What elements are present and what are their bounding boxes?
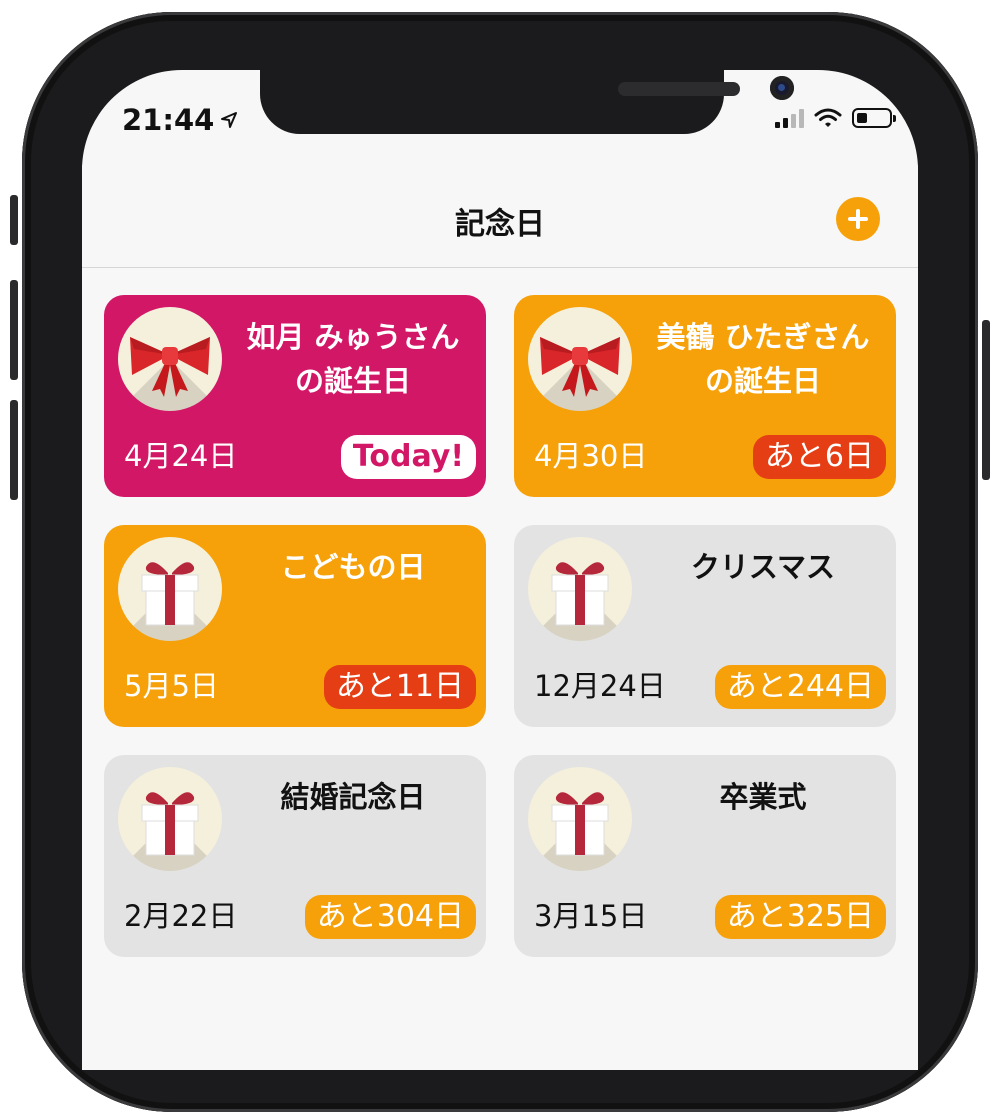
card-date: 4月30日	[534, 439, 648, 473]
countdown-badge: あと304日	[304, 895, 476, 939]
ribbon-bow-icon	[130, 337, 210, 397]
gift-box-icon	[141, 792, 199, 856]
card-icon-circle	[528, 767, 632, 871]
wifi-icon	[814, 108, 842, 127]
gift-box-icon	[551, 562, 609, 626]
page-title: 記念日	[455, 207, 545, 242]
app-screen: 21:44 記念日 如月 みゅうさん の誕生日 4月24日 Today! 美鶴 …	[82, 70, 918, 1070]
add-anniversary-button[interactable]	[836, 197, 880, 241]
status-time: 21:44	[122, 103, 238, 137]
plus-icon	[848, 209, 868, 229]
anniversary-card[interactable]: こどもの日 5月5日 あと11日	[104, 525, 486, 727]
card-icon-circle	[118, 537, 222, 641]
countdown-badge: あと6日	[752, 435, 886, 479]
status-indicators	[775, 108, 896, 128]
countdown-badge: あと325日	[714, 895, 886, 939]
side-button-volume-down	[10, 400, 18, 500]
notch	[260, 70, 794, 134]
card-title: 美鶴 ひたぎさん の誕生日	[656, 320, 870, 398]
status-time-text: 21:44	[122, 103, 215, 137]
card-title: 如月 みゅうさん の誕生日	[246, 320, 460, 398]
card-icon-circle	[118, 307, 222, 411]
ribbon-bow-icon	[540, 337, 620, 397]
anniversary-card[interactable]: 卒業式 3月15日 あと325日	[514, 755, 896, 957]
side-button-silent	[10, 195, 18, 245]
countdown-badge: あと11日	[323, 665, 476, 709]
anniversary-card[interactable]: 如月 みゅうさん の誕生日 4月24日 Today!	[104, 295, 486, 497]
gift-box-icon	[551, 792, 609, 856]
countdown-badge: あと244日	[714, 665, 886, 709]
card-date: 2月22日	[124, 899, 238, 933]
side-button-volume-up	[10, 280, 18, 380]
card-icon-circle	[528, 307, 632, 411]
gift-box-icon	[141, 562, 199, 626]
location-arrow-icon	[221, 112, 238, 128]
anniversary-card[interactable]: 美鶴 ひたぎさん の誕生日 4月30日 あと6日	[514, 295, 896, 497]
card-date: 3月15日	[534, 899, 648, 933]
countdown-badge: Today!	[340, 435, 476, 479]
front-camera	[770, 76, 794, 100]
card-title: クリスマス	[690, 550, 836, 584]
card-icon-circle	[528, 537, 632, 641]
card-date: 12月24日	[534, 669, 666, 703]
anniversary-card[interactable]: クリスマス 12月24日 あと244日	[514, 525, 896, 727]
card-date: 5月5日	[124, 669, 219, 703]
battery-icon	[852, 108, 896, 128]
cellular-signal-icon	[775, 108, 804, 128]
card-title: 卒業式	[719, 780, 807, 814]
card-title: 結婚記念日	[280, 780, 426, 814]
card-icon-circle	[118, 767, 222, 871]
card-title: こどもの日	[280, 550, 426, 584]
anniversary-card[interactable]: 結婚記念日 2月22日 あと304日	[104, 755, 486, 957]
side-button-power	[982, 320, 990, 480]
card-date: 4月24日	[124, 439, 238, 473]
speaker-grille	[618, 82, 740, 96]
navigation-bar: 記念日	[82, 165, 918, 268]
